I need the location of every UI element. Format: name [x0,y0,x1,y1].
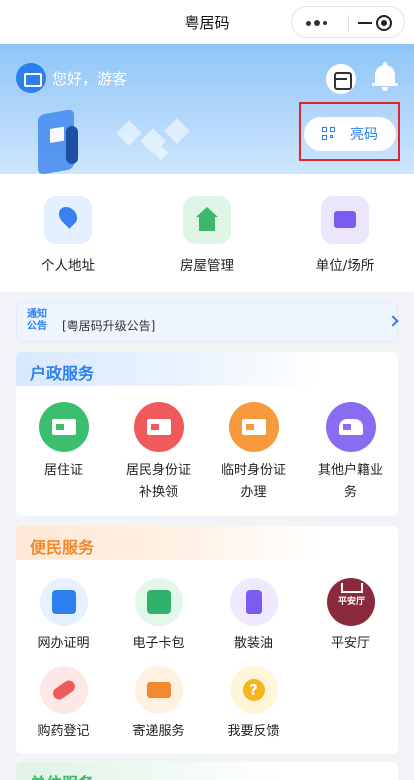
wallet-icon [134,578,183,626]
service-label: 寄递服务 [132,724,185,739]
convenience-services-section: 便民服务 网办证明 电子卡包 散装油 平安厅 平安厅 购药登记 寄递服务 ? 我… [16,526,398,754]
service-id-card-reissue[interactable]: 居民身份证 补换领 [111,402,206,504]
unit-services-section: 单位服务 [16,762,398,780]
quick-action-label: 个人地址 [41,258,95,274]
service-label: 网办证明 [37,636,90,651]
section-header: 便民服务 [16,526,398,560]
briefcase-icon [321,196,369,244]
service-temporary-id[interactable]: 临时身份证 办理 [206,402,301,504]
certificate-icon [39,578,88,626]
service-online-certificate[interactable]: 网办证明 [16,578,111,655]
announcement-bar[interactable]: 通知 公告 [粤居码升级公告] [16,302,399,342]
service-label: 平安厅 [330,636,370,651]
question-icon: ? [229,666,278,714]
service-label: 购药登记 [37,724,90,739]
oil-bottle-icon [229,578,278,626]
id-card-icon [133,402,184,452]
quick-unit-venue[interactable]: 单位/场所 [285,196,405,274]
notice-tag: 通知 公告 [27,309,47,332]
top-navigation-bar: 粤居码 [0,0,414,44]
greeting: 您好，游客 [16,63,128,93]
pill-icon [39,666,88,714]
service-medicine-registration[interactable]: 购药登记 [16,666,111,743]
service-ping-an-ting[interactable]: 平安厅 平安厅 [303,578,398,655]
highlight-box [299,102,400,161]
residence-permit-icon [38,402,89,452]
section-title: 户政服务 [30,364,95,383]
household-registry-icon [325,402,376,452]
quick-action-label: 房屋管理 [180,258,234,274]
service-label: 居民身份证 补换领 [125,463,191,500]
service-delivery[interactable]: 寄递服务 [111,666,206,743]
banner-illustration [30,104,210,174]
minimize-icon[interactable] [358,22,372,24]
service-label: 散装油 [233,636,273,651]
id-card-icon [16,63,46,93]
service-label: 其他户籍业 务 [317,463,383,500]
bell-icon[interactable] [372,62,398,92]
section-header: 户政服务 [16,352,398,386]
quick-actions: 个人地址 房屋管理 单位/场所 [0,174,414,292]
household-services-section: 户政服务 居住证 居民身份证 补换领 临时身份证 办理 其他户籍业 务 [16,352,398,516]
quick-personal-address[interactable]: 个人地址 [8,196,128,274]
house-icon [183,196,231,244]
mini-program-capsule [291,6,405,38]
scan-icon[interactable] [326,64,356,94]
quick-action-label: 单位/场所 [315,258,375,274]
more-icon[interactable] [306,20,328,26]
service-feedback[interactable]: ? 我要反馈 [206,666,301,743]
service-other-household[interactable]: 其他户籍业 务 [303,402,398,504]
service-residence-permit[interactable]: 居住证 [16,402,111,482]
section-header: 单位服务 [16,762,398,780]
section-title: 便民服务 [30,538,95,557]
section-title: 单位服务 [30,770,94,780]
service-label: 电子卡包 [132,636,185,651]
service-e-card-wallet[interactable]: 电子卡包 [111,578,206,655]
chevron-right-icon [387,315,399,327]
delivery-truck-icon [134,666,183,714]
service-label: 居住证 [43,463,83,478]
temporary-id-icon [228,402,279,452]
close-mini-program-icon[interactable] [376,15,392,31]
quick-house-management[interactable]: 房屋管理 [147,196,267,274]
ping-an-ting-logo: 平安厅 [326,578,375,626]
location-pin-icon [44,196,92,244]
capsule-divider [348,15,349,31]
service-label: 临时身份证 办理 [220,463,286,500]
notice-text: [粤居码升级公告] [62,319,156,333]
service-label: 我要反馈 [227,724,280,739]
greeting-text: 您好，游客 [52,69,128,88]
service-bulk-oil[interactable]: 散装油 [206,578,301,655]
